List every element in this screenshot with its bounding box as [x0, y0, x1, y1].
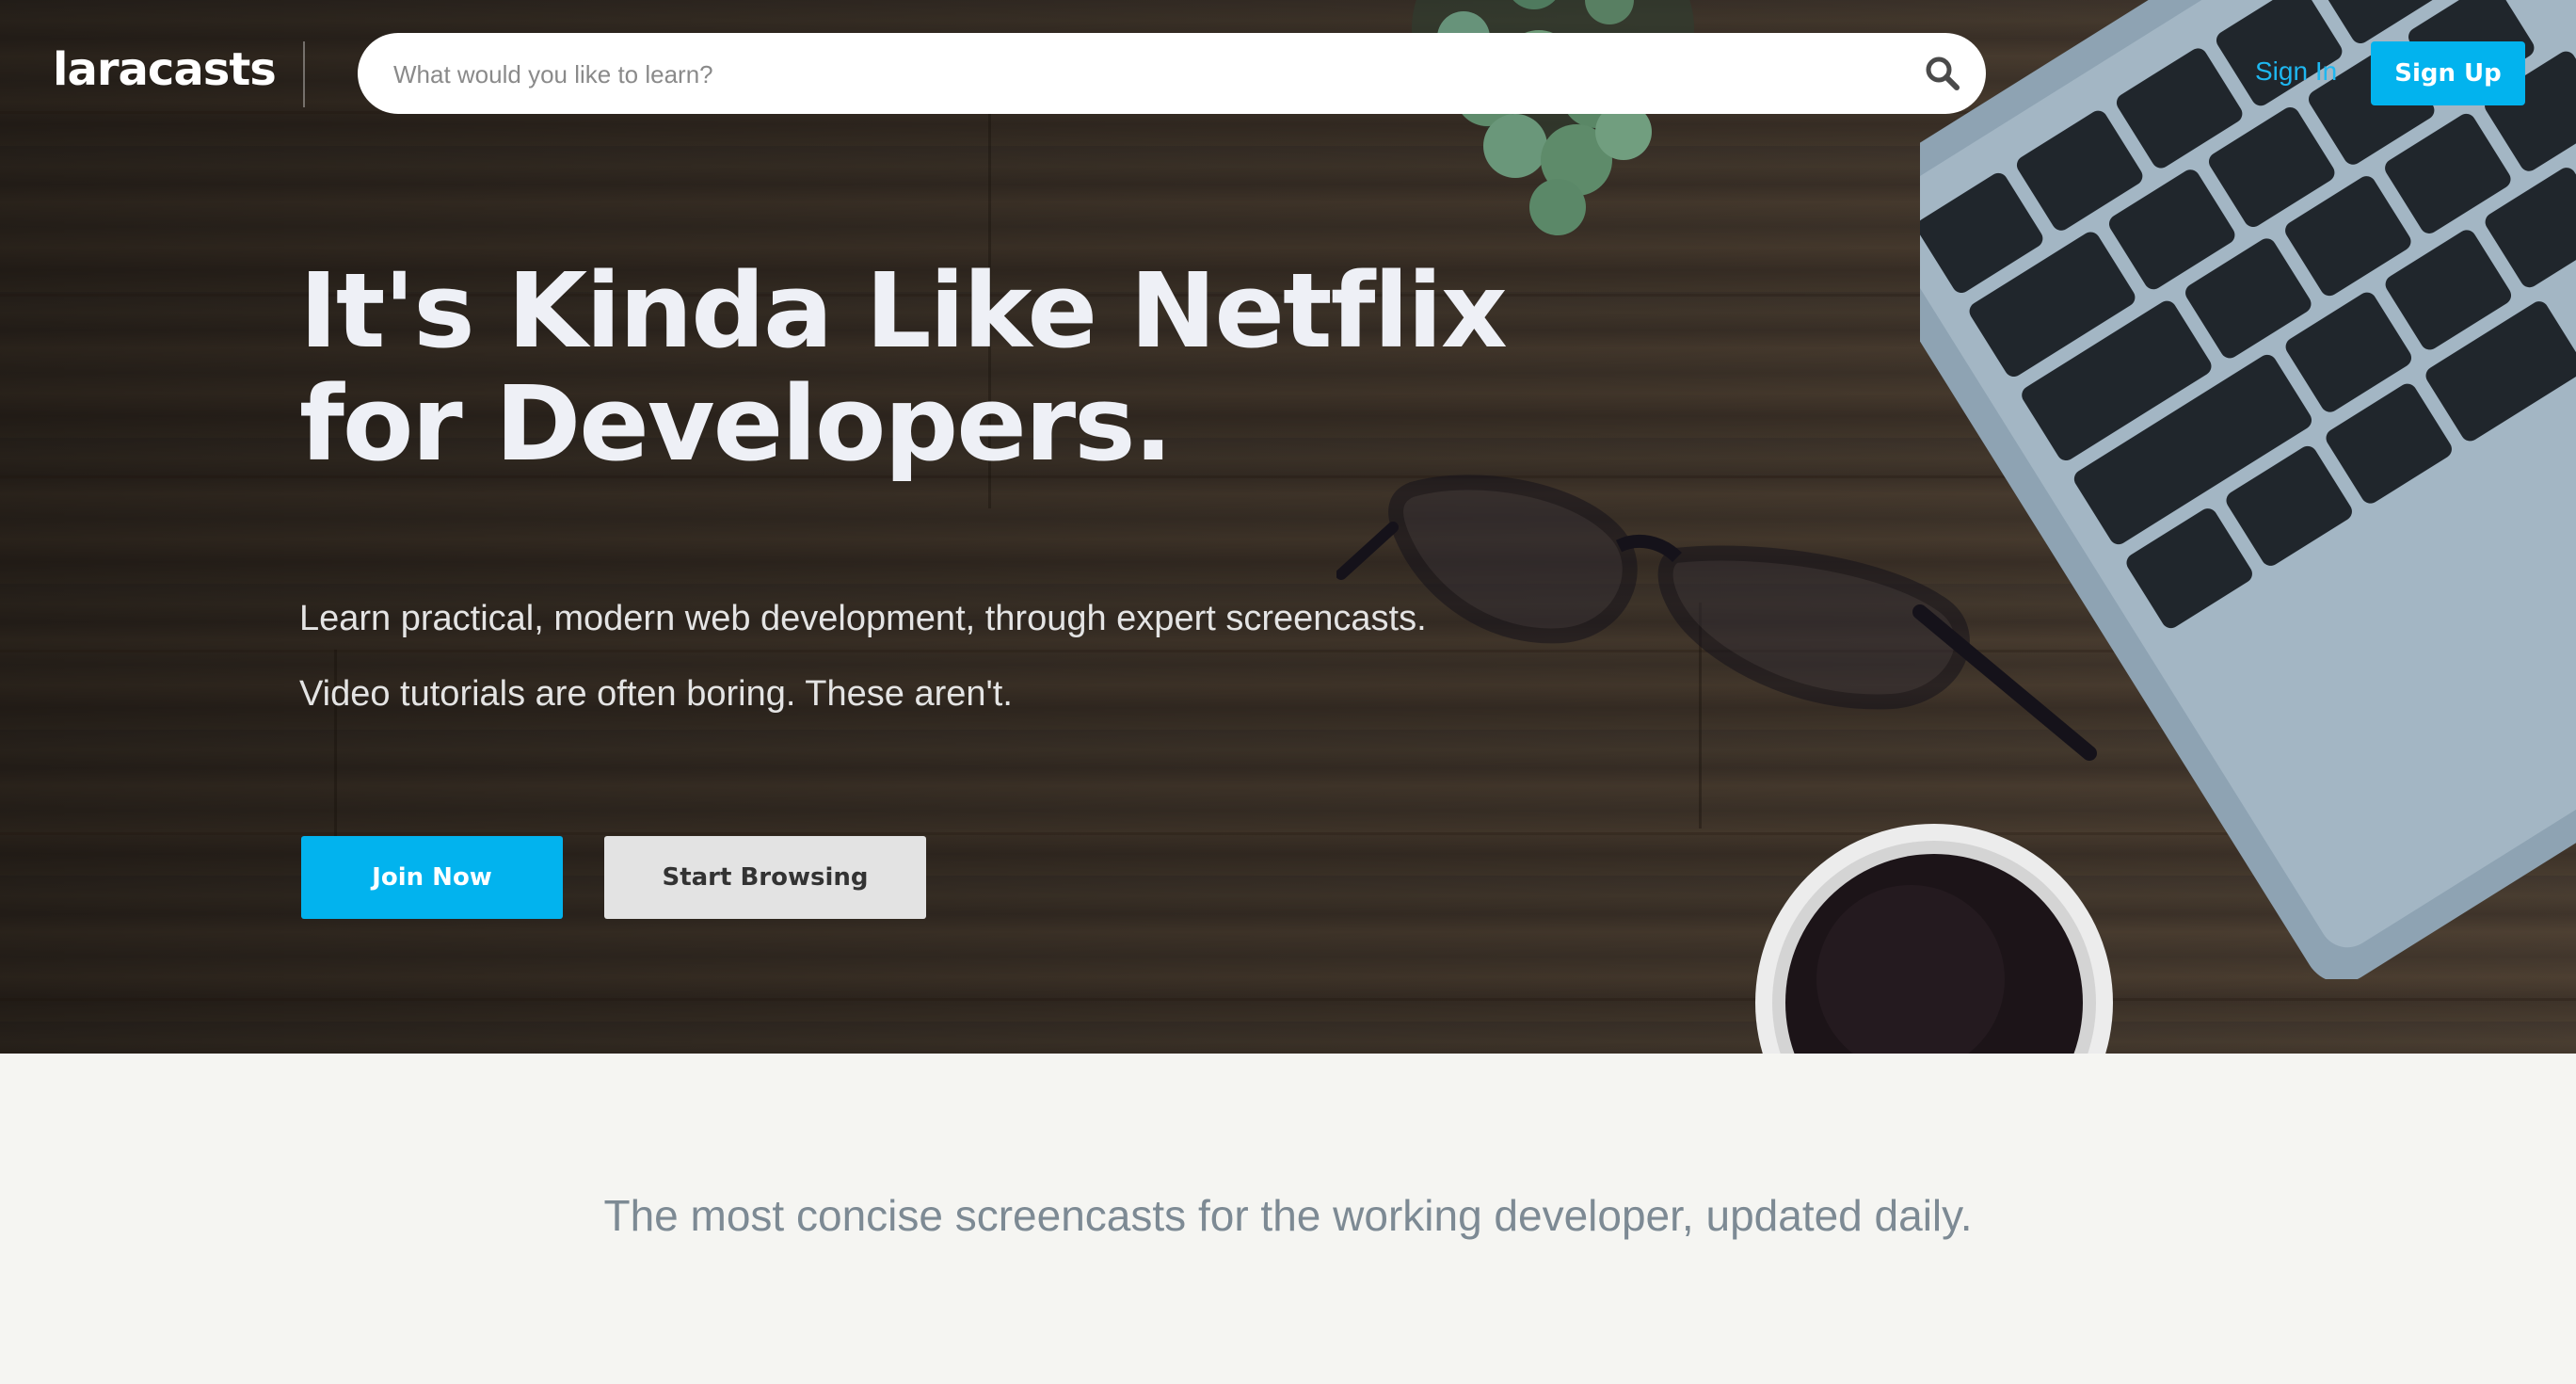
search-icon[interactable] — [1925, 56, 1960, 91]
start-browsing-button[interactable]: Start Browsing — [604, 836, 926, 919]
sign-up-button[interactable]: Sign Up — [2371, 41, 2525, 105]
join-now-button[interactable]: Join Now — [301, 836, 563, 919]
hero-headline: It's Kinda Like Netflix for Developers. — [299, 254, 1711, 480]
logo-divider — [303, 41, 305, 107]
top-navigation: laracasts Sign In Sign Up — [0, 0, 2576, 151]
laracasts-logo[interactable]: laracasts — [53, 43, 277, 96]
search-bar — [358, 33, 1986, 116]
hero-subline-secondary: Video tutorials are often boring. These … — [299, 674, 1013, 714]
wood-grain — [0, 998, 2576, 1001]
search-input[interactable] — [392, 33, 1864, 116]
tagline-section: The most concise screencasts for the wor… — [0, 1054, 2576, 1384]
hero-subline-primary: Learn practical, modern web development,… — [299, 599, 1427, 638]
hero-headline-line-1: It's Kinda Like Netflix — [299, 250, 1508, 371]
hero-section: laracasts Sign In Sign Up It's Kinda Lik… — [0, 0, 2576, 1054]
sign-in-link[interactable]: Sign In — [2255, 56, 2337, 87]
tagline-text: The most concise screencasts for the wor… — [603, 1191, 1973, 1240]
hero-headline-line-2: for Developers. — [299, 363, 1173, 484]
